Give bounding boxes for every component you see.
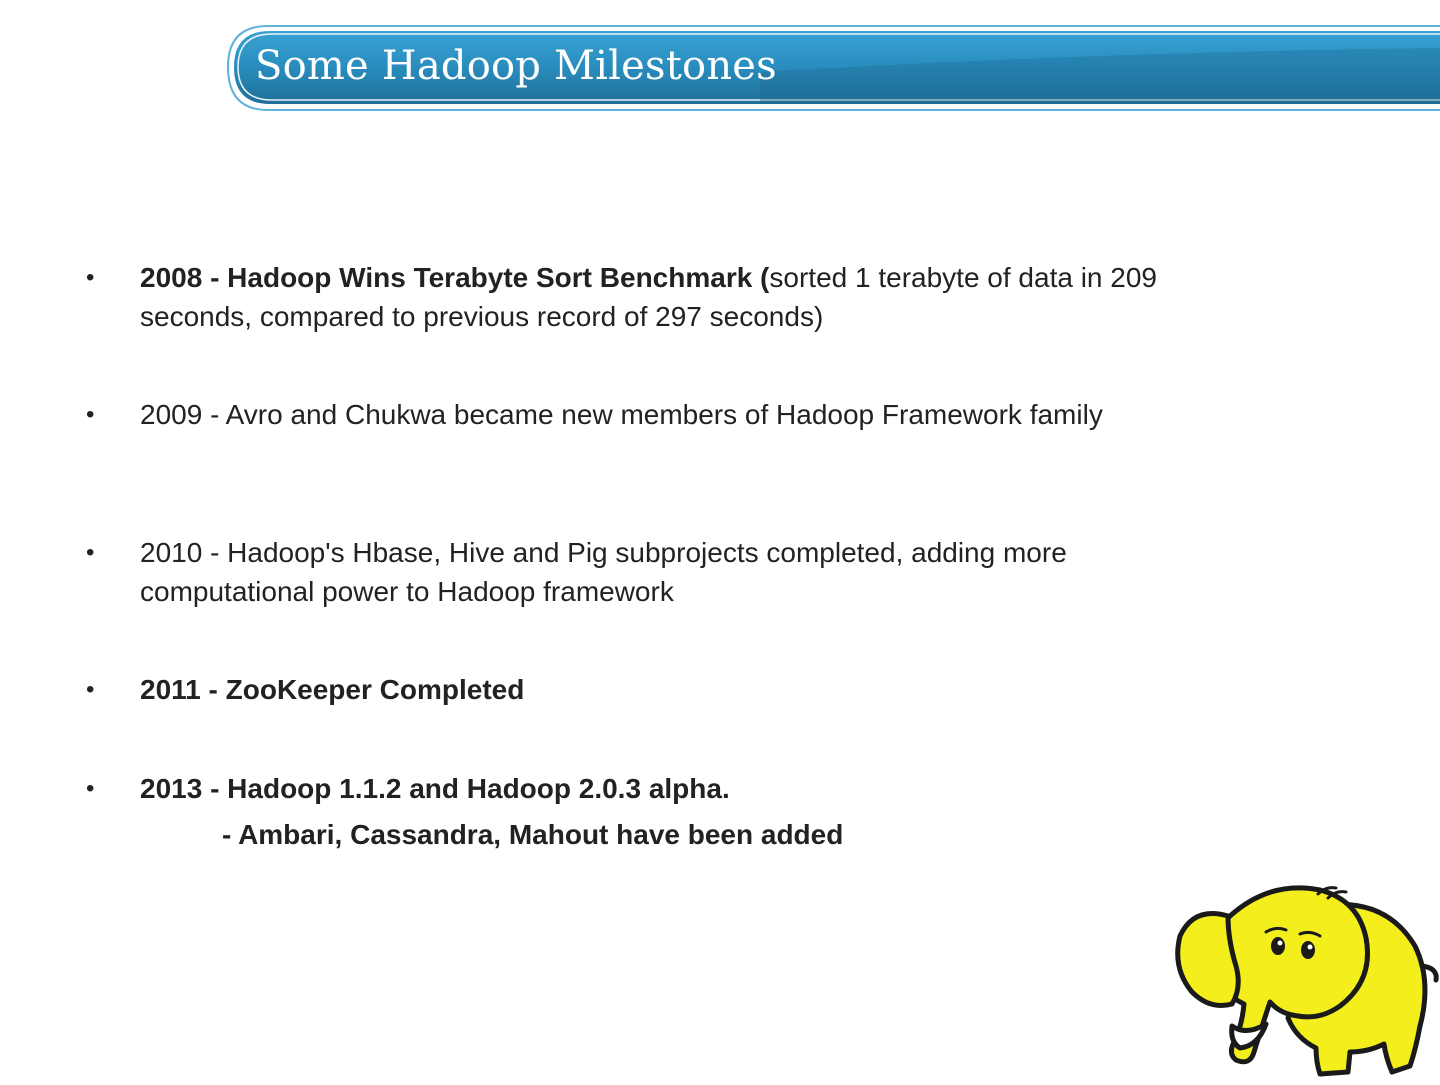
bullet: •: [86, 775, 95, 802]
bullet: •: [86, 539, 95, 566]
milestone-detail-text: 2009 - Avro and Chukwa became new member…: [140, 399, 1103, 430]
milestone-text: 2011 - ZooKeeper Completed: [140, 670, 1200, 709]
slide-title: Some Hadoop Milestones: [255, 43, 777, 89]
milestone-detail-text: 2010 - Hadoop's Hbase, Hive and Pig subp…: [140, 537, 1067, 607]
bullet: •: [86, 401, 95, 428]
milestone-bold-text: 2011 - ZooKeeper Completed: [140, 674, 525, 705]
milestone-sub-line: - Ambari, Cassandra, Mahout have been ad…: [222, 819, 844, 850]
hadoop-elephant-icon: [1170, 876, 1440, 1080]
milestone-text: 2009 - Avro and Chukwa became new member…: [140, 395, 1200, 434]
milestone-text: 2008 - Hadoop Wins Terabyte Sort Benchma…: [140, 258, 1200, 336]
milestone-bold-text: 2008 - Hadoop Wins Terabyte Sort Benchma…: [140, 262, 770, 293]
milestone-text: 2010 - Hadoop's Hbase, Hive and Pig subp…: [140, 533, 1200, 611]
milestone-bold-text: 2013 - Hadoop 1.1.2 and Hadoop 2.0.3 alp…: [140, 773, 730, 804]
bullet: •: [86, 676, 95, 703]
bullet: •: [86, 264, 95, 291]
milestone-text: 2013 - Hadoop 1.1.2 and Hadoop 2.0.3 alp…: [140, 769, 1200, 808]
